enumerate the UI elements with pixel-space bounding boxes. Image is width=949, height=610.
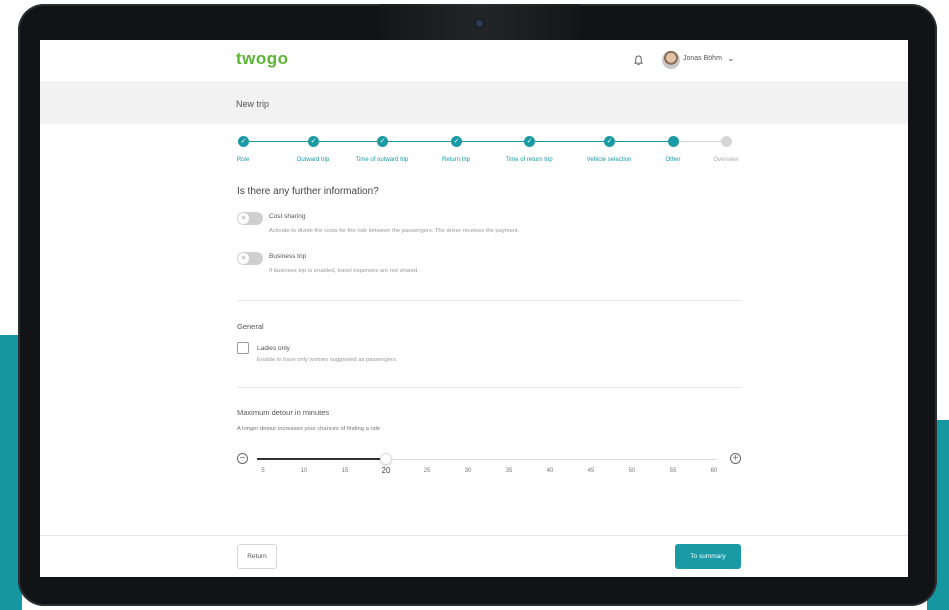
slider-tick-label: 25 [423, 468, 431, 474]
twogo-logo[interactable]: twogo [236, 49, 289, 69]
slider-tick-label: 5 [261, 468, 265, 474]
ladies-only-checkbox[interactable] [237, 342, 249, 354]
avatar[interactable] [662, 51, 680, 69]
step-label: Overview [713, 157, 739, 163]
slider-tick-label: 20 [381, 466, 391, 475]
step-label: Time of return trip [505, 157, 553, 163]
user-name[interactable]: Jonas Böhm [683, 55, 722, 62]
check-icon: ✓ [604, 136, 615, 147]
check-icon: ✓ [524, 136, 535, 147]
form-content: ✓ Role ✓ Outward trip ✓ Time of outward trip ✓… [237, 124, 742, 475]
top-navigation: twogo Jonas Böhm ⌄ [40, 40, 908, 82]
check-icon: ✓ [451, 136, 462, 147]
slider-tick-label: 60 [710, 468, 718, 474]
slider-tick-label: 45 [587, 468, 595, 474]
photo-stage: twogo Jonas Böhm ⌄ New trip ✓ Role ✓ Outwar… [0, 0, 949, 610]
progress-stepper: ✓ Role ✓ Outward trip ✓ Time of outward trip ✓… [237, 124, 742, 164]
plus-icon[interactable]: + [730, 453, 741, 464]
bell-icon[interactable] [634, 55, 643, 66]
detour-heading: Maximum detour in minutes [237, 408, 330, 417]
step-label: Vehicle selection [586, 157, 632, 163]
close-icon: ✕ [238, 213, 249, 224]
step-role[interactable]: ✓ Role [237, 136, 249, 163]
step-label: Other [665, 157, 681, 163]
minus-icon[interactable]: − [237, 453, 248, 464]
check-icon: ✓ [238, 136, 249, 147]
business-trip-description: If business trip is enabled, travel expe… [269, 268, 419, 274]
slider-tick-label: 10 [300, 468, 308, 474]
business-trip-label: Business trip [269, 253, 307, 260]
return-button[interactable]: Return [237, 544, 277, 569]
page-header: New trip [40, 82, 908, 124]
slider-tick-label: 55 [669, 468, 677, 474]
step-time-of-outward-trip[interactable]: ✓ Time of outward trip [356, 136, 408, 163]
detour-description: A longer detour increases your chances o… [237, 426, 381, 432]
section-divider [237, 300, 742, 301]
footer-bar: Return To summary [40, 535, 908, 577]
ladies-only-label[interactable]: Ladies only [257, 345, 290, 352]
check-icon: ✓ [377, 136, 388, 147]
close-icon: ✕ [238, 253, 249, 264]
step-label: Time of outward trip [355, 157, 409, 163]
detour-slider: − + 5 10 15 20 25 30 35 40 45 50 55 60 [237, 450, 742, 480]
slider-tick-label: 30 [464, 468, 472, 474]
step-label: Role [236, 157, 250, 163]
slider-tick-label: 15 [341, 468, 349, 474]
business-trip-switch[interactable]: ✕ [237, 252, 263, 265]
slider-tick-label: 50 [628, 468, 636, 474]
step-other: Other [665, 136, 681, 163]
step-return-trip[interactable]: ✓ Return trip [442, 136, 470, 163]
cost-sharing-label: Cost sharing [269, 213, 306, 220]
step-label: Return trip [441, 157, 471, 163]
section-divider [237, 387, 742, 388]
step-dot [668, 136, 679, 147]
cost-sharing-description: Activate to divide the costs for the rid… [269, 228, 520, 234]
step-time-of-return-trip[interactable]: ✓ Time of return trip [505, 136, 553, 163]
slider-tick-label: 35 [505, 468, 513, 474]
step-outward-trip[interactable]: ✓ Outward trip [297, 136, 329, 163]
cost-sharing-switch[interactable]: ✕ [237, 212, 263, 225]
step-vehicle-selection[interactable]: ✓ Vehicle selection [587, 136, 631, 163]
app-screen: twogo Jonas Böhm ⌄ New trip ✓ Role ✓ Outwar… [40, 40, 908, 577]
general-heading: General [237, 322, 264, 331]
slider-thumb[interactable] [380, 453, 392, 465]
camera-icon [476, 20, 483, 27]
chevron-down-icon[interactable]: ⌄ [727, 53, 735, 64]
step-overview: Overview [713, 136, 739, 163]
step-label: Outward trip [296, 157, 330, 163]
ladies-only-description: Enable to have only women suggested as p… [257, 357, 398, 363]
check-icon: ✓ [308, 136, 319, 147]
slider-fill [257, 458, 386, 460]
to-summary-button[interactable]: To summary [675, 544, 741, 569]
page-title: New trip [236, 99, 270, 109]
slider-tick-label: 40 [546, 468, 554, 474]
step-dot [721, 136, 732, 147]
stepper-line-pending [673, 141, 726, 142]
question-heading: Is there any further information? [237, 186, 379, 197]
